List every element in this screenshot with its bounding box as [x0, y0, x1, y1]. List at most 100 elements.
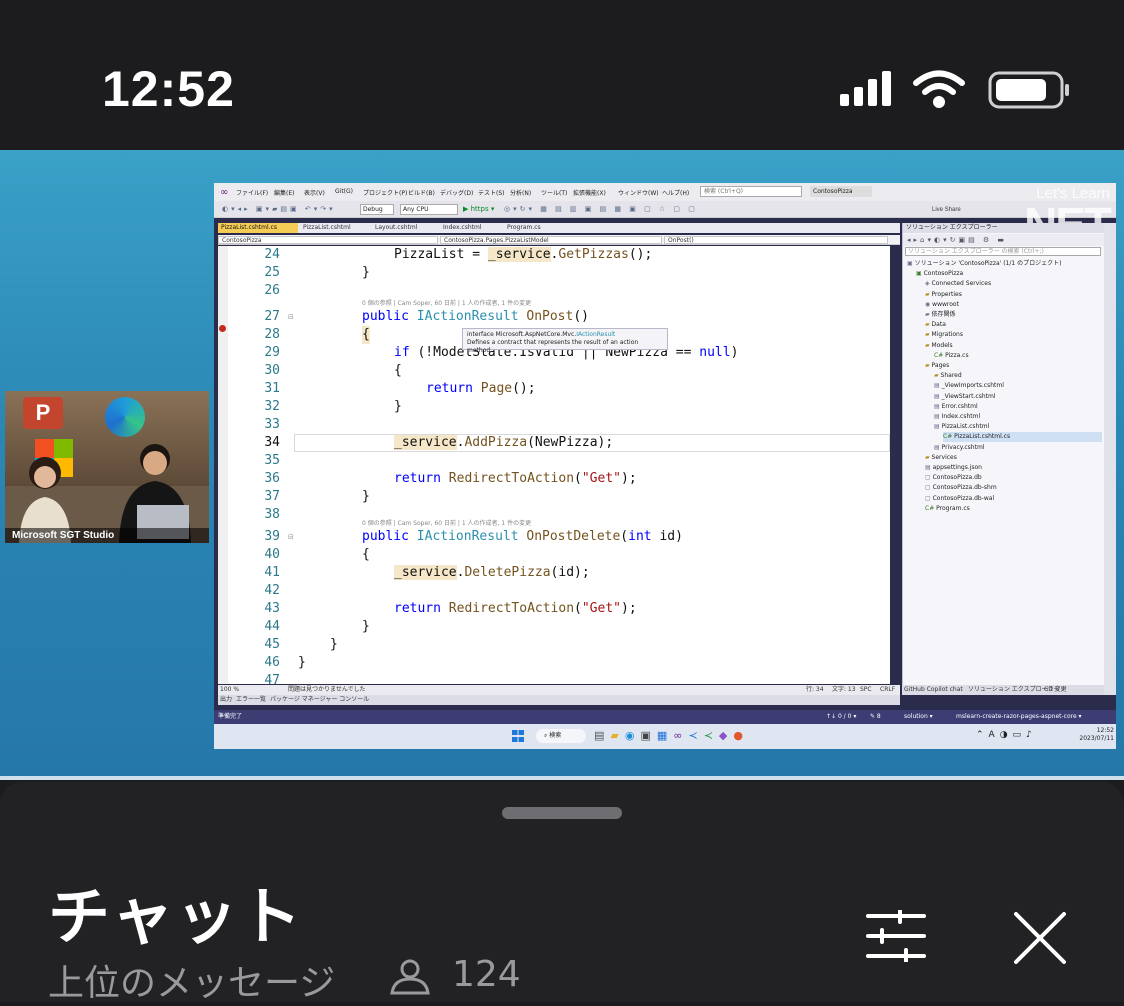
file-icon: ▢ [925, 494, 931, 502]
solution-tree-item-label: Data [931, 321, 946, 329]
status-ready: 準備完了 [218, 713, 243, 720]
solution-tree-item[interactable]: ▰ Properties [925, 290, 1102, 300]
menu-item-debug[interactable]: デバッグ(D) [440, 188, 473, 197]
solution-tree-item[interactable]: ▰ 依存関係 [925, 310, 1102, 320]
solution-tree-item[interactable]: ▣ ソリューション 'ContosoPizza' (1/1 のプロジェクト) [907, 259, 1102, 269]
tab-output[interactable]: 出力 [220, 695, 232, 705]
status-repo[interactable]: mslearn-create-razor-pages-aspnet-core ▾ [956, 710, 1082, 724]
solution-tree-item[interactable]: ▤ _ViewImports.cshtml [934, 381, 1102, 391]
tab-program[interactable]: Program.cs [504, 223, 564, 233]
tab-copilot-chat[interactable]: GitHub Copilot chat [904, 685, 963, 695]
solution-tree-item[interactable]: C# PizzaList.cshtml.cs [943, 432, 1102, 443]
tab-index[interactable]: Index.cshtml [440, 223, 502, 233]
taskbar-clock[interactable]: 12:52 2023/07/11 [1072, 727, 1114, 743]
nav-member-select[interactable]: OnPost() [664, 236, 888, 244]
windows-start-icon[interactable] [512, 730, 524, 742]
edge-logo-icon [105, 397, 145, 437]
solution-search-input[interactable]: ソリューション エクスプローラー の検索 (Ctrl+;) [905, 247, 1101, 256]
nav-project-select[interactable]: ContosoPizza [218, 236, 438, 244]
taskbar-search[interactable]: ⌕ 検索 [536, 729, 586, 743]
solution-tree-item[interactable]: ▰ Data [925, 320, 1102, 330]
solution-tree-item[interactable]: ▤ appsettings.json [925, 463, 1102, 473]
close-button[interactable] [1012, 910, 1068, 966]
solution-tree-item[interactable]: C# Pizza.cs [934, 351, 1102, 361]
solution-tree-item[interactable]: ▰ Shared [934, 371, 1102, 381]
live-share-button[interactable]: Live Share [932, 207, 961, 213]
platform-select[interactable]: Any CPU [400, 204, 458, 215]
chat-mode-select[interactable]: 上位のメッセージ [48, 954, 335, 1006]
fold-toggle-icon[interactable]: ⊟ [288, 528, 294, 546]
solution-tree-item[interactable]: ◈ Connected Services [925, 279, 1102, 289]
solution-tree-item[interactable]: ▰ Migrations [925, 330, 1102, 340]
build-config-select[interactable]: Debug [360, 204, 394, 215]
run-https-button[interactable]: ▶ https ▾ [463, 205, 494, 213]
zoom-select[interactable]: 100 % [220, 685, 239, 695]
menu-item-file[interactable]: ファイル(F) [236, 188, 268, 197]
status-branch[interactable]: solution ▾ [904, 710, 933, 724]
nav-class-select[interactable]: ContosoPizza.Pages.PizzaListModel [440, 236, 662, 244]
quickinfo-tooltip: interface Microsoft.AspNetCore.Mvc.IActi… [462, 328, 668, 354]
solution-tree-item[interactable]: ◉ wwwroot [925, 300, 1102, 310]
solution-tree-item[interactable]: ▤ PizzaList.cshtml [934, 422, 1102, 432]
solution-tree-item-label: PizzaList.cshtml [941, 423, 990, 431]
file-icon: ▢ [925, 474, 931, 482]
status-icons [840, 70, 1069, 109]
codelens-onpostdelete[interactable]: 0 個の参照 | Cam Soper, 60 日前 | 1 人の作成者, 1 件… [362, 518, 531, 527]
system-tray-icons[interactable]: ⌃A◑▭♪ [976, 730, 1037, 740]
menu-item-git[interactable]: Git(G) [335, 188, 353, 195]
code-line-40: 40 { [264, 547, 370, 562]
solution-tree-item[interactable]: ▤ Error.cshtml [934, 402, 1102, 412]
webcam-feed: P [5, 391, 209, 543]
status-edits[interactable]: ✎ 8 [870, 710, 881, 724]
menu-item-window[interactable]: ウィンドウ(W) [618, 188, 659, 197]
solution-tree-item[interactable]: ▢ ContosoPizza.db-wal [925, 494, 1102, 504]
phone-status-bar: 12:52 [0, 0, 1124, 150]
menu-item-extensions[interactable]: 拡張機能(X) [573, 188, 606, 197]
issues-indicator[interactable]: 問題は見つかりませんでした [288, 685, 366, 695]
tab-error-list[interactable]: エラー一覧 [236, 695, 266, 705]
solution-tree-item[interactable]: ▰ Pages [925, 361, 1102, 371]
solution-tree-item[interactable]: ▤ Index.cshtml [934, 412, 1102, 422]
solution-tree-item[interactable]: ▰ Services [925, 453, 1102, 463]
solution-tree-item[interactable]: C# Program.cs [925, 504, 1102, 514]
vs-search-box[interactable]: 検索 (Ctrl+Q) [700, 186, 802, 197]
solution-tree-item[interactable]: ▢ ContosoPizza.db-shm [925, 483, 1102, 493]
menu-item-build[interactable]: ビルド(B) [408, 188, 435, 197]
menu-item-tools[interactable]: ツール(T) [541, 188, 567, 197]
code-editor[interactable]: 24 PizzaList = _service.GetPizzas(); 25 … [218, 246, 890, 688]
chat-title: チャット [48, 880, 304, 953]
solution-explorer: ソリューション エクスプローラー ◂▸⌂▾◐▾↻▣▤ ⚙ ▬ ソリューション エ… [902, 223, 1105, 685]
tab-pizzalist-cshtml[interactable]: PizzaList.cshtml [300, 223, 370, 233]
toolbar-icons-right[interactable]: ◎▾↻▾ ▦ ▤ ▥ ▣ ▤ ▦ ▣ ▢ ☆ ▢ ▢ [504, 205, 698, 213]
code-line-33: 33 [264, 417, 280, 432]
solution-tree-item[interactable]: ▰ Models [925, 341, 1102, 351]
menu-item-test[interactable]: テスト(S) [478, 188, 505, 197]
code-line-45: 45 } [264, 637, 338, 652]
menu-item-edit[interactable]: 編集(E) [274, 188, 294, 197]
properties-rail[interactable] [1104, 223, 1116, 695]
status-errors[interactable]: ↑↓ 0 / 0 ▾ [826, 710, 856, 724]
solution-tree-item[interactable]: ▤ _ViewStart.cshtml [934, 392, 1102, 402]
codelens-onpost[interactable]: 0 個の参照 | Cam Soper, 60 日前 | 1 人の作成者, 1 件… [362, 298, 531, 307]
sheet-drag-handle[interactable] [502, 807, 622, 819]
menu-item-project[interactable]: プロジェクト(P) [363, 188, 407, 197]
tab-package-manager[interactable]: パッケージ マネージャー コンソール [270, 695, 369, 705]
menu-item-analyze[interactable]: 分析(N) [510, 188, 531, 197]
toolbar-icons-left[interactable]: ◐▾◂▸ ▣▾▰▤▣ ↶▾↷▾ [222, 205, 336, 213]
solution-tree-item[interactable]: ▢ ContosoPizza.db [925, 473, 1102, 483]
tab-pizzalist-cs[interactable]: PizzaList.cshtml.cs [218, 223, 298, 233]
menu-item-view[interactable]: 表示(V) [304, 188, 325, 197]
solution-tree-item-label: Connected Services [931, 280, 992, 288]
menu-item-help[interactable]: ヘルプ(H) [662, 188, 689, 197]
filter-settings-button[interactable] [866, 910, 926, 962]
solution-tree-item[interactable]: ▤ Privacy.cshtml [934, 443, 1102, 453]
tab-git-changes[interactable]: Git 変更 [1044, 685, 1067, 695]
taskbar-apps-icons[interactable]: ▤▰◉▣▦∞≺≺◆● [594, 729, 749, 742]
tab-layout[interactable]: Layout.cshtml [372, 223, 438, 233]
solution-tree-item-label: PizzaList.cshtml.cs [954, 433, 1011, 441]
solution-explorer-toolbar[interactable]: ◂▸⌂▾◐▾↻▣▤ ⚙ ▬ [903, 234, 1105, 246]
fold-toggle-icon[interactable]: ⊟ [288, 308, 294, 326]
windows-taskbar: ⌕ 検索 ▤▰◉▣▦∞≺≺◆● ⌃A◑▭♪ 12:52 2023/07/11 [214, 724, 1116, 749]
sliders-icon [866, 910, 926, 962]
solution-tree-item[interactable]: ▣ ContosoPizza [916, 269, 1102, 279]
